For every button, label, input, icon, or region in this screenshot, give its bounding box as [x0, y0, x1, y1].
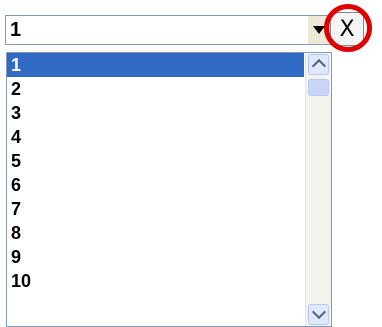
vertical-scrollbar[interactable] — [305, 53, 331, 326]
list-item[interactable]: 5 — [7, 149, 304, 173]
list-item[interactable]: 4 — [7, 125, 304, 149]
combobox-value: 1 — [10, 19, 22, 41]
list-item[interactable]: 3 — [7, 101, 304, 125]
list-item[interactable]: 7 — [7, 197, 304, 221]
scroll-down-icon[interactable] — [308, 304, 329, 325]
list-item[interactable]: 6 — [7, 173, 304, 197]
number-combobox[interactable]: 1 — [5, 15, 331, 45]
list-item[interactable]: 2 — [7, 77, 304, 101]
scrollbar-thumb[interactable] — [308, 79, 329, 96]
dropdown-arrow-icon[interactable] — [308, 16, 330, 44]
dropdown-list[interactable]: 1 2 3 4 5 6 7 8 9 10 — [6, 52, 332, 327]
list-item[interactable]: 10 — [7, 269, 304, 293]
list-items: 1 2 3 4 5 6 7 8 9 10 — [7, 53, 304, 293]
list-item[interactable]: 1 — [7, 53, 304, 77]
list-item[interactable]: 9 — [7, 245, 304, 269]
list-item[interactable]: 8 — [7, 221, 304, 245]
scroll-up-icon[interactable] — [308, 54, 329, 75]
clear-button[interactable]: X — [330, 12, 364, 46]
